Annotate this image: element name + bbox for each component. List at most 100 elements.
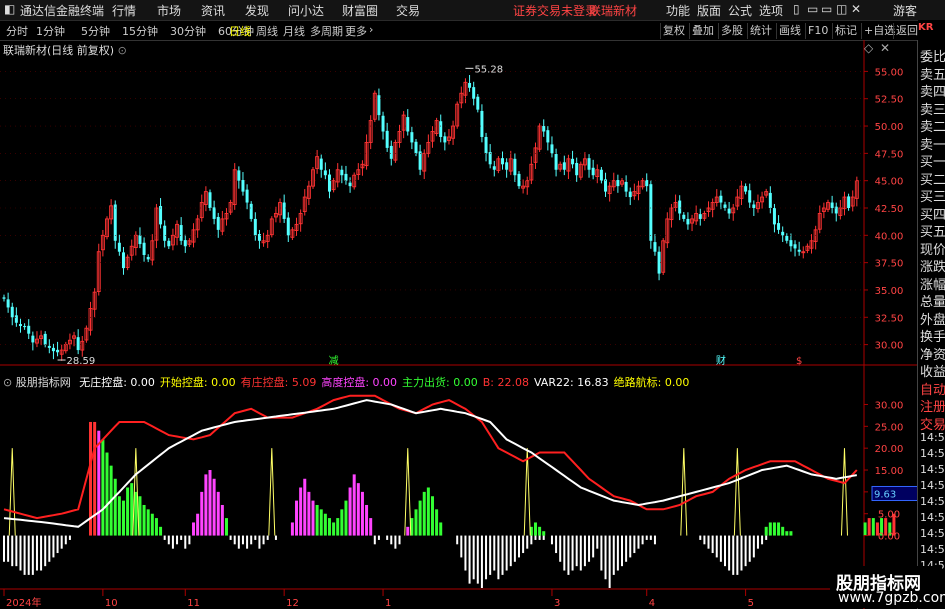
histogram-pos-bar xyxy=(196,513,200,536)
histogram-pos-bar xyxy=(538,526,542,536)
price-tick-label: 50.00 xyxy=(875,122,904,133)
pane-close-icon[interactable]: ✕ xyxy=(880,41,890,55)
title-bar: ◧ 通达信金融终端 行情 市场 资讯 发现 问小达 财富圈 交易 证券交易未登录… xyxy=(0,0,945,21)
candle-body xyxy=(47,345,51,348)
histogram-pos-bar xyxy=(121,500,125,536)
histogram-pos-bar xyxy=(134,491,138,536)
candle-body xyxy=(249,203,253,219)
menu-jiaoyi[interactable]: 交易 xyxy=(396,2,420,19)
indicator-tick-label: 30.00 xyxy=(875,400,904,411)
indicator-dropdown-icon[interactable]: ⊙ xyxy=(3,376,12,389)
candle-body xyxy=(31,335,35,343)
period-15min[interactable]: 15分钟 xyxy=(122,23,158,39)
tongji-button[interactable]: 统计 xyxy=(747,23,774,39)
menu-banmian[interactable]: 版面 xyxy=(697,2,721,19)
histogram-neg-bar xyxy=(653,535,656,545)
histogram-neg-bar xyxy=(456,535,459,545)
huaxian-button[interactable]: 画线 xyxy=(776,23,803,39)
histogram-neg-bar xyxy=(608,535,611,588)
pane-settings-icon[interactable]: ◇ xyxy=(864,41,873,55)
candle-body xyxy=(439,121,443,137)
menu-gongshi[interactable]: 公式 xyxy=(728,2,752,19)
period-daily[interactable]: 日线 xyxy=(229,23,251,39)
diejia-button[interactable]: 叠加 xyxy=(689,23,716,39)
histogram-neg-bar xyxy=(625,535,628,562)
histogram-pos-bar xyxy=(764,526,768,536)
candle-body xyxy=(492,166,496,170)
f10-button[interactable]: F10 xyxy=(805,23,830,39)
candle-body xyxy=(772,208,776,225)
login-notice[interactable]: 证券交易未登录 xyxy=(513,2,597,19)
menu-caifuquan[interactable]: 财富圈 xyxy=(342,2,378,19)
period-1min[interactable]: 1分钟 xyxy=(36,23,65,39)
histogram-neg-bar xyxy=(501,535,504,575)
histogram-neg-bar xyxy=(476,535,479,584)
histogram-neg-bar xyxy=(756,535,759,549)
minimize-icon[interactable]: ▭ xyxy=(821,2,832,16)
histogram-neg-bar xyxy=(505,535,508,571)
add-watchlist-button[interactable]: +自选 xyxy=(861,23,897,39)
histogram-neg-bar xyxy=(583,535,586,567)
date-axis: 2024年10111213456 xyxy=(3,589,845,609)
side-panel-item[interactable]: 交易 xyxy=(920,414,945,433)
period-30min[interactable]: 30分钟 xyxy=(170,23,206,39)
candle-body xyxy=(146,256,150,260)
watermark: 股朋指标网 www.7gpzb.com xyxy=(830,566,945,608)
side-panel-item[interactable]: 自动 xyxy=(920,379,945,398)
price-tick-label: 40.00 xyxy=(875,231,904,242)
message-icon[interactable]: ▭ xyxy=(807,2,818,16)
histogram-pos-bar xyxy=(299,487,303,536)
dropdown-icon[interactable]: ⊙ xyxy=(118,44,127,57)
histogram-pos-bar xyxy=(777,522,781,536)
chevron-right-icon[interactable]: › xyxy=(369,23,373,36)
side-panel-item: 买一 xyxy=(920,155,945,170)
period-monthly[interactable]: 月线 xyxy=(283,23,305,39)
side-panel-item: 外盘 xyxy=(920,312,945,328)
close-icon[interactable]: ✕ xyxy=(851,2,861,16)
menu-faxian[interactable]: 发现 xyxy=(245,2,269,19)
indicator-name[interactable]: 股朋指标网 xyxy=(16,376,71,389)
candle-body xyxy=(23,326,27,328)
biaoji-button[interactable]: 标记 xyxy=(832,23,859,39)
price-tick-label: 37.50 xyxy=(875,259,904,270)
histogram-neg-bar xyxy=(513,535,516,562)
date-tick-label: 1 xyxy=(385,598,391,609)
histogram-pos-bar xyxy=(126,487,130,536)
indicator-value-2: 有庄控盘: 5.09 xyxy=(240,376,317,389)
chart-area[interactable]: 55.0052.5050.0047.5045.0042.5040.0037.50… xyxy=(0,40,917,609)
side-panel-item[interactable]: 注册 xyxy=(920,396,945,415)
histogram-neg-bar xyxy=(35,535,38,571)
user-label[interactable]: 游客 xyxy=(893,2,917,19)
period-weekly[interactable]: 周线 xyxy=(256,23,278,39)
histogram-neg-bar xyxy=(250,535,253,545)
fuquan-button[interactable]: 复权 xyxy=(660,23,687,39)
restore-icon[interactable]: ◫ xyxy=(836,2,847,16)
period-multi[interactable]: 多周期 xyxy=(310,23,343,39)
menu-gongneng[interactable]: 功能 xyxy=(666,2,690,19)
histogram-pos-bar xyxy=(789,531,793,536)
back-button[interactable]: 返回 xyxy=(893,23,920,39)
side-panel-item: 总量 xyxy=(920,295,945,310)
histogram-neg-bar xyxy=(724,535,726,567)
histogram-pos-bar xyxy=(220,504,224,536)
price-tick-label: 42.50 xyxy=(875,204,904,215)
histogram-neg-bar xyxy=(629,535,632,558)
menu-wenxiaoda[interactable]: 问小达 xyxy=(288,2,324,19)
menu-zixun[interactable]: 资讯 xyxy=(201,2,225,19)
menu-xuanxiang[interactable]: 选项 xyxy=(759,2,783,19)
candle-body xyxy=(616,180,620,187)
menu-shichang[interactable]: 市场 xyxy=(157,2,181,19)
candle-body xyxy=(480,110,484,137)
histogram-pos-bar xyxy=(315,504,319,536)
candle-body xyxy=(142,242,146,255)
side-panel-item: 卖一 xyxy=(920,137,945,153)
period-5min[interactable]: 5分钟 xyxy=(81,23,110,39)
period-fenshi[interactable]: 分时 xyxy=(6,23,28,39)
period-more[interactable]: 更多 xyxy=(345,23,367,39)
candle-body xyxy=(781,231,785,236)
candle-body xyxy=(18,324,22,327)
candle-body xyxy=(686,218,690,225)
menu-hangqing[interactable]: 行情 xyxy=(112,2,136,19)
duogu-button[interactable]: 多股 xyxy=(718,23,745,39)
phone-icon[interactable]: ▯ xyxy=(793,2,800,16)
